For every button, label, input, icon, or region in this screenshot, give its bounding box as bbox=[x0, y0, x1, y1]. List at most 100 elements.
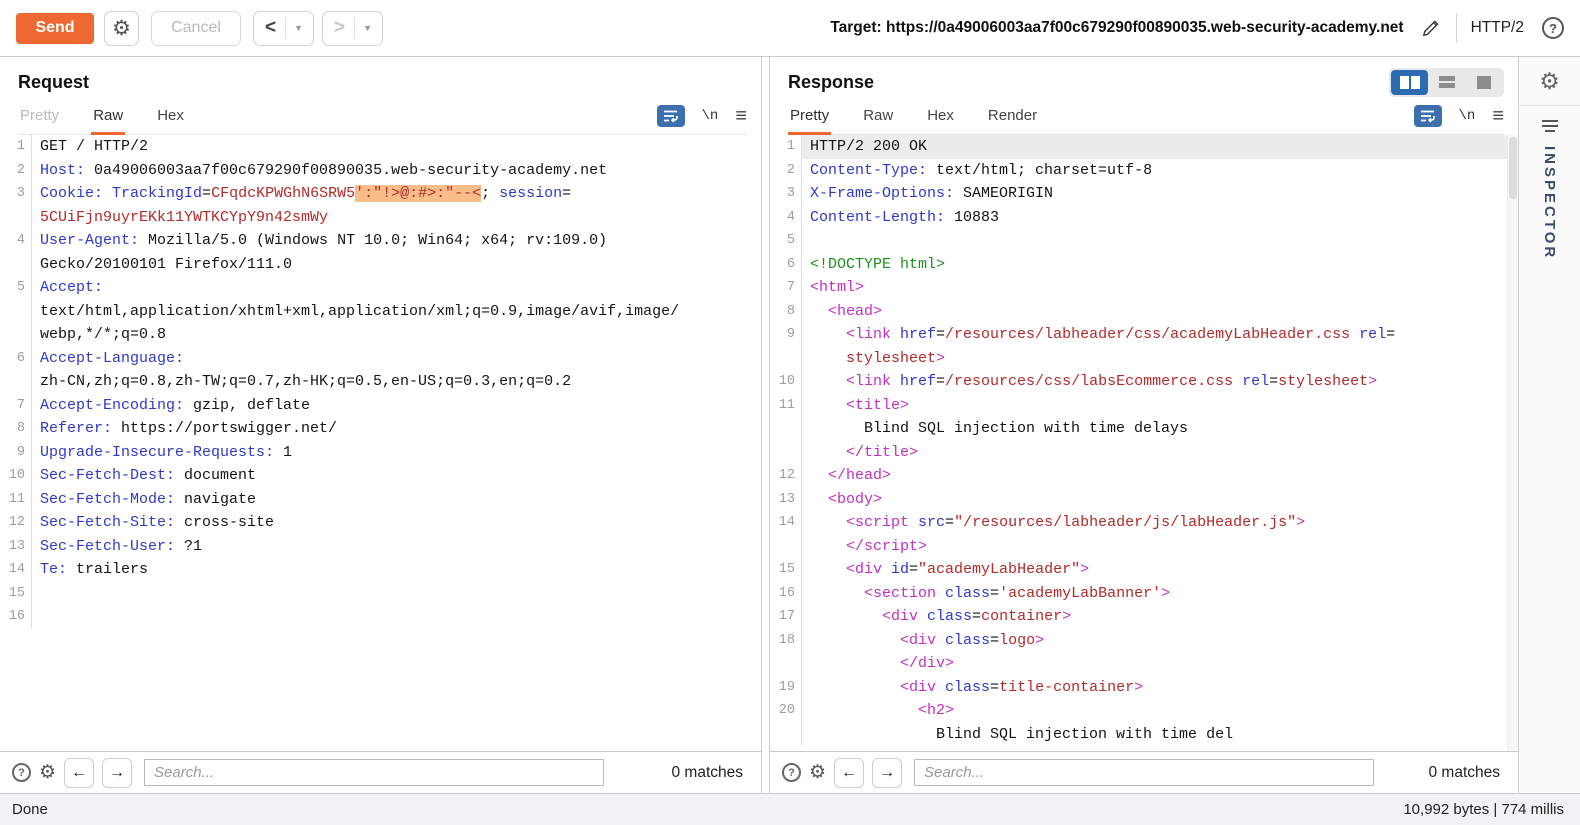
line-number bbox=[0, 370, 32, 394]
inspector-settings-icon[interactable]: ⚙ bbox=[1539, 70, 1560, 93]
search-help-icon[interactable]: ? bbox=[782, 763, 801, 782]
next-match-button[interactable]: → bbox=[102, 757, 133, 788]
line-number bbox=[770, 440, 802, 464]
layout-columns-button[interactable] bbox=[1391, 69, 1428, 95]
chevron-down-icon[interactable]: ▼ bbox=[286, 23, 311, 33]
request-editor[interactable]: 1 GET / HTTP/2 2 Host: 0a49006003aa7f00c679… bbox=[0, 135, 761, 751]
line-text: <section class='academyLabBanner'> bbox=[810, 584, 1171, 602]
code-line: Blind SQL injection with time del bbox=[770, 722, 1518, 746]
code-line: 3 Cookie: TrackingId=CFqdcKPWGhN6SRW5':"!… bbox=[0, 182, 761, 206]
http-version-label[interactable]: HTTP/2 bbox=[1471, 19, 1524, 37]
inspector-collapse-icon[interactable] bbox=[1541, 120, 1558, 132]
line-number bbox=[770, 534, 802, 558]
line-text: <h2> bbox=[810, 702, 955, 719]
layout-single-button[interactable] bbox=[1465, 70, 1502, 95]
search-help-icon[interactable]: ? bbox=[12, 763, 31, 782]
tab-pretty[interactable]: Pretty bbox=[788, 98, 832, 135]
back-button[interactable]: < ▼ bbox=[253, 10, 315, 46]
line-number: 4 bbox=[770, 205, 802, 229]
search-settings-icon[interactable]: ⚙ bbox=[39, 763, 56, 782]
code-line: 7 <html> bbox=[770, 276, 1518, 300]
code-line: 4 User-Agent: Mozilla/5.0 (Windows NT 10.… bbox=[0, 229, 761, 253]
tab-pretty: Pretty bbox=[20, 106, 60, 124]
forward-icon: > bbox=[334, 17, 346, 38]
edit-target-pencil-icon[interactable] bbox=[1420, 17, 1442, 39]
line-text: Host: 0a49006003aa7f00c679290f00890035.w… bbox=[40, 161, 608, 179]
tab-render[interactable]: Render bbox=[986, 98, 1039, 135]
layout-rows-button[interactable] bbox=[1428, 70, 1465, 95]
show-newlines-icon[interactable]: \n bbox=[702, 108, 719, 124]
next-match-button[interactable]: → bbox=[872, 757, 903, 788]
panel-splitter[interactable] bbox=[762, 57, 769, 793]
word-wrap-icon bbox=[663, 110, 678, 123]
line-number: 13 bbox=[0, 534, 32, 558]
line-text bbox=[32, 605, 40, 629]
line-number: 12 bbox=[0, 511, 32, 535]
send-button[interactable]: Send bbox=[16, 12, 94, 44]
line-text: Te: trailers bbox=[40, 561, 149, 578]
request-title: Request bbox=[18, 71, 90, 92]
line-text: Sec-Fetch-User: ?1 bbox=[40, 537, 203, 555]
scrollbar-thumb[interactable] bbox=[1509, 137, 1517, 199]
code-line: 9 <link href=/resources/labheader/css/ac… bbox=[770, 323, 1518, 347]
tab-hex[interactable]: Hex bbox=[155, 98, 186, 135]
request-search-input[interactable] bbox=[144, 759, 605, 786]
line-number: 15 bbox=[0, 581, 32, 605]
line-number: 10 bbox=[770, 370, 802, 394]
back-icon: < bbox=[265, 17, 277, 38]
tab-raw[interactable]: Raw bbox=[91, 98, 126, 135]
send-settings-button[interactable]: ⚙ bbox=[104, 10, 139, 46]
previous-match-button[interactable]: ← bbox=[834, 757, 865, 788]
word-wrap-button[interactable] bbox=[1413, 105, 1442, 127]
line-text: Cookie: TrackingId=CFqdcKPWGhN6SRW5':"!>… bbox=[40, 185, 572, 202]
code-line: </title> bbox=[770, 440, 1518, 464]
line-text: Upgrade-Insecure-Requests: 1 bbox=[40, 443, 293, 461]
code-line: 12 </head> bbox=[770, 464, 1518, 488]
line-text: Gecko/20100101 Firefox/111.0 bbox=[40, 255, 293, 273]
code-line: </div> bbox=[770, 652, 1518, 676]
line-number: 7 bbox=[770, 276, 802, 300]
request-match-count: 0 matches bbox=[671, 763, 743, 781]
line-number bbox=[770, 417, 802, 441]
inspector-tab[interactable]: INSPECTOR bbox=[1541, 146, 1558, 260]
line-text: <script src="/resources/labheader/js/lab… bbox=[810, 514, 1306, 531]
line-text: Accept-Language: bbox=[40, 349, 185, 367]
line-text: <div class=title-container> bbox=[810, 678, 1144, 696]
tab-hex[interactable]: Hex bbox=[925, 98, 956, 135]
code-line: </script> bbox=[770, 534, 1518, 558]
line-number: 17 bbox=[770, 605, 802, 629]
scrollbar[interactable] bbox=[1507, 135, 1518, 751]
editor-split: Request Pretty Raw Hex \n ≡ 1 GET / HTTP… bbox=[0, 57, 1580, 793]
response-search-input[interactable] bbox=[914, 759, 1375, 786]
status-bar: Done 10,992 bytes | 774 millis bbox=[0, 793, 1580, 825]
code-line: 13 <body> bbox=[770, 487, 1518, 511]
help-icon[interactable]: ? bbox=[1542, 17, 1564, 39]
code-line: 14 <script src="/resources/labheader/js/… bbox=[770, 511, 1518, 535]
menu-icon[interactable]: ≡ bbox=[1492, 106, 1504, 126]
line-text: Referer: https://portswigger.net/ bbox=[40, 420, 338, 437]
line-text: <head> bbox=[810, 302, 883, 320]
line-number bbox=[770, 652, 802, 676]
line-text: Sec-Fetch-Dest: document bbox=[40, 467, 257, 484]
request-panel: Request Pretty Raw Hex \n ≡ 1 GET / HTTP… bbox=[0, 57, 762, 793]
line-text: <html> bbox=[810, 279, 865, 296]
code-line: 8 Referer: https://portswigger.net/ bbox=[0, 417, 761, 441]
menu-icon[interactable]: ≡ bbox=[735, 106, 747, 126]
search-settings-icon[interactable]: ⚙ bbox=[809, 763, 826, 782]
tab-raw[interactable]: Raw bbox=[861, 98, 895, 135]
layout-toggle-group bbox=[1389, 67, 1504, 97]
previous-match-button[interactable]: ← bbox=[64, 757, 95, 788]
show-newlines-icon[interactable]: \n bbox=[1459, 108, 1476, 124]
line-number: 6 bbox=[770, 252, 802, 276]
response-tabs: Pretty Raw Hex Render \n ≡ bbox=[788, 98, 1504, 135]
word-wrap-button[interactable] bbox=[656, 105, 685, 127]
target-url: https://0a49006003aa7f00c679290f00890035… bbox=[886, 19, 1404, 36]
code-line: 13 Sec-Fetch-User: ?1 bbox=[0, 534, 761, 558]
line-number: 13 bbox=[770, 487, 802, 511]
gear-icon: ⚙ bbox=[112, 16, 131, 40]
line-text: </title> bbox=[810, 443, 919, 461]
cancel-button[interactable]: Cancel bbox=[151, 10, 241, 46]
line-number: 19 bbox=[770, 675, 802, 699]
response-stats: 10,992 bytes | 774 millis bbox=[1403, 801, 1564, 818]
response-editor[interactable]: 1 HTTP/2 200 OK 2 Content-Type: text/html; … bbox=[770, 135, 1518, 751]
